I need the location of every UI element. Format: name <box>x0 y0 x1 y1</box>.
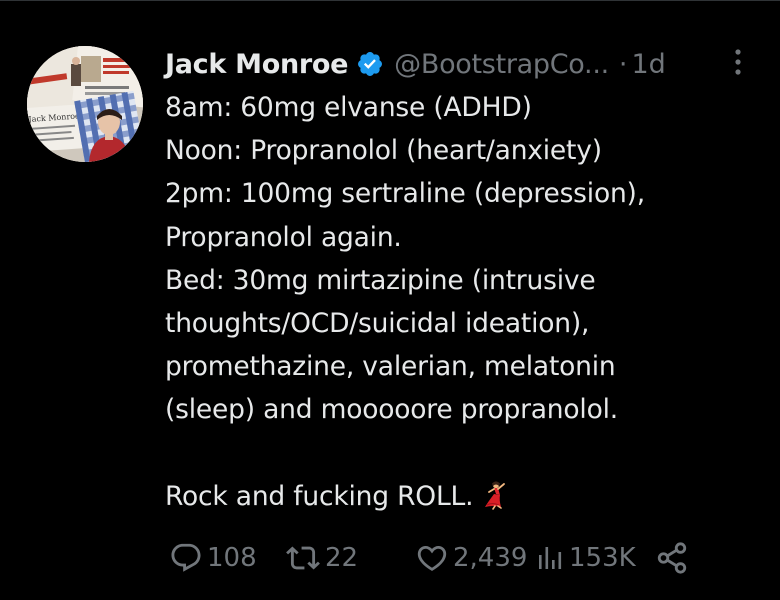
profile-photo-icon: Jack Monroe <box>27 46 143 162</box>
reply-button[interactable]: 108 <box>169 538 257 578</box>
more-options-icon[interactable] <box>728 44 748 80</box>
tweet-line: Noon: Propranolol (heart/anxiety) <box>165 135 602 167</box>
like-button[interactable]: 2,439 <box>415 538 527 578</box>
tweet-closing-line: Rock and fucking ROLL. <box>165 475 755 518</box>
retweet-icon <box>286 546 320 570</box>
header-separator: · <box>618 48 628 80</box>
reply-count: 108 <box>207 543 257 573</box>
display-name[interactable]: Jack Monroe <box>165 49 348 80</box>
reply-icon <box>171 543 201 572</box>
dancer-emoji-icon <box>479 480 509 510</box>
retweet-button[interactable]: 22 <box>285 538 358 578</box>
like-count: 2,439 <box>453 543 528 573</box>
tweet-line: Bed: 30mg mirtazipine (intrusive <box>165 264 596 296</box>
share-button[interactable] <box>655 538 689 578</box>
verified-badge-icon[interactable] <box>356 50 384 78</box>
share-icon <box>657 542 687 574</box>
tweet-closing-text: Rock and fucking ROLL. <box>165 480 474 512</box>
tweet-text: 8am: 60mg elvanse (ADHD) Noon: Propranol… <box>165 86 755 518</box>
tweet-header: Jack Monroe @BootstrapCo... · 1d <box>165 44 666 84</box>
view-count: 153K <box>569 543 636 573</box>
tweet-card[interactable]: Jack Monroe Jack Monroe @BootstrapCo... … <box>0 0 780 600</box>
timestamp[interactable]: 1d <box>631 49 665 80</box>
tweet-line: 8am: 60mg elvanse (ADHD) <box>165 92 532 123</box>
tweet-line: 2pm: 100mg sertraline (depression), <box>165 178 645 210</box>
retweet-count: 22 <box>325 543 359 573</box>
avatar[interactable]: Jack Monroe <box>27 46 143 162</box>
tweet-line: thoughts/OCD/suicidal ideation), <box>165 307 590 339</box>
tweet-line: Propranolol again. <box>165 221 402 253</box>
tweet-line: promethazine, valerian, melatonin <box>165 351 616 383</box>
author-handle[interactable]: @BootstrapCo... <box>394 49 609 80</box>
views-button[interactable]: 153K <box>535 538 636 578</box>
views-chart-icon <box>539 547 562 569</box>
heart-icon <box>417 545 447 571</box>
top-divider <box>0 0 780 1</box>
tweet-actions: 108 22 2,439 153K <box>165 538 765 578</box>
tweet-line: (sleep) and mooooore propranolol. <box>165 394 618 426</box>
